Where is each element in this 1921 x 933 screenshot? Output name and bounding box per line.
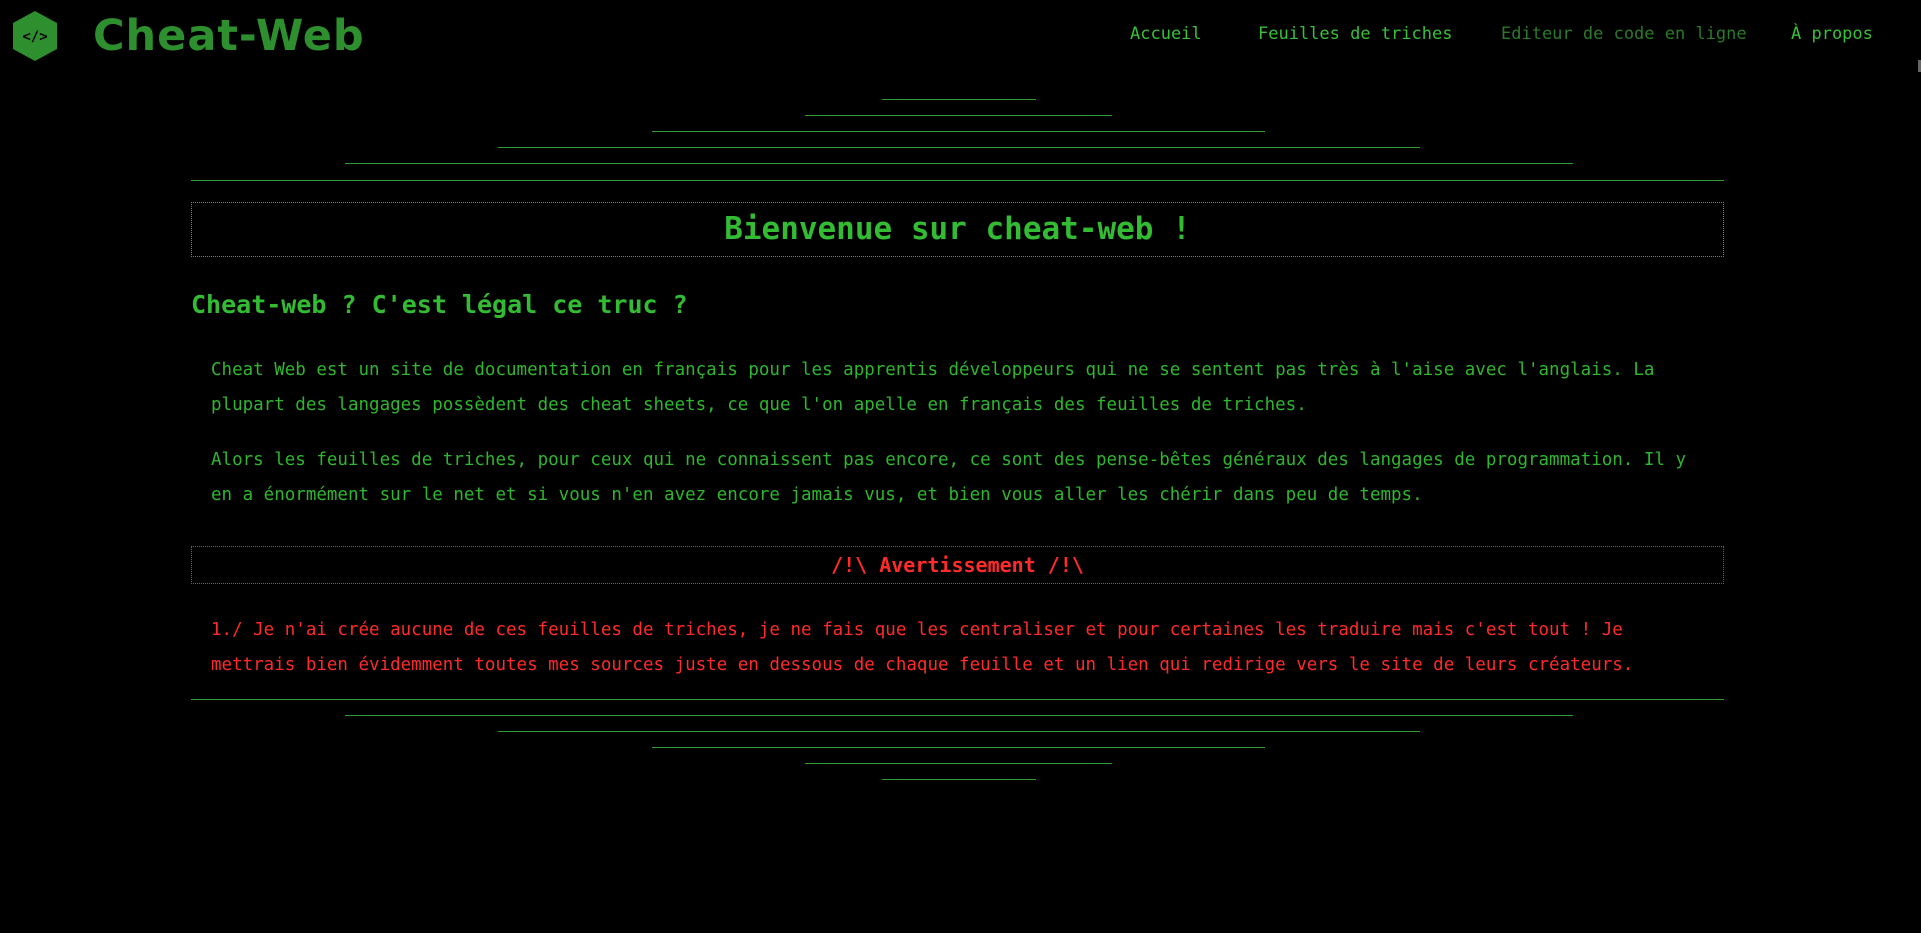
divider-line [498, 731, 1420, 732]
divider-line [498, 147, 1420, 148]
nav-feuilles-de-triches[interactable]: Feuilles de triches [1258, 24, 1452, 44]
site-header: </> Cheat-Web Accueil Feuilles de triche… [0, 0, 1921, 72]
divider-line [345, 715, 1573, 716]
warning-banner: /!\ Avertissement /!\ [191, 546, 1724, 584]
explanation-paragraph: Alors les feuilles de triches, pour ceux… [211, 450, 1687, 505]
welcome-banner: Bienvenue sur cheat-web ! [191, 202, 1724, 257]
divider-line [191, 699, 1724, 700]
nav-accueil[interactable]: Accueil [1130, 24, 1202, 44]
divider-line [345, 163, 1573, 164]
divider-line [882, 99, 1036, 100]
warning-paragraph: 1./ Je n'ai crée aucune de ces feuilles … [211, 620, 1634, 675]
divider-line [652, 747, 1265, 748]
divider-line [805, 115, 1112, 116]
code-hexagon-icon[interactable]: </> [11, 10, 59, 62]
warning-title: /!\ Avertissement /!\ [831, 553, 1084, 577]
divider-line [191, 180, 1724, 181]
divider-line [882, 779, 1036, 780]
nav-editeur-de-code[interactable]: Editeur de code en ligne [1501, 24, 1747, 44]
logo-symbol: </> [22, 29, 47, 45]
nav-a-propos[interactable]: À propos [1791, 24, 1873, 44]
divider-line [805, 763, 1112, 764]
intro-paragraph: Cheat Web est un site de documentation e… [211, 360, 1655, 415]
welcome-title: Bienvenue sur cheat-web ! [724, 211, 1191, 247]
brand-name[interactable]: Cheat-Web [93, 11, 365, 61]
section-title: Cheat-web ? C'est légal ce truc ? [191, 290, 688, 319]
divider-line [652, 131, 1265, 132]
